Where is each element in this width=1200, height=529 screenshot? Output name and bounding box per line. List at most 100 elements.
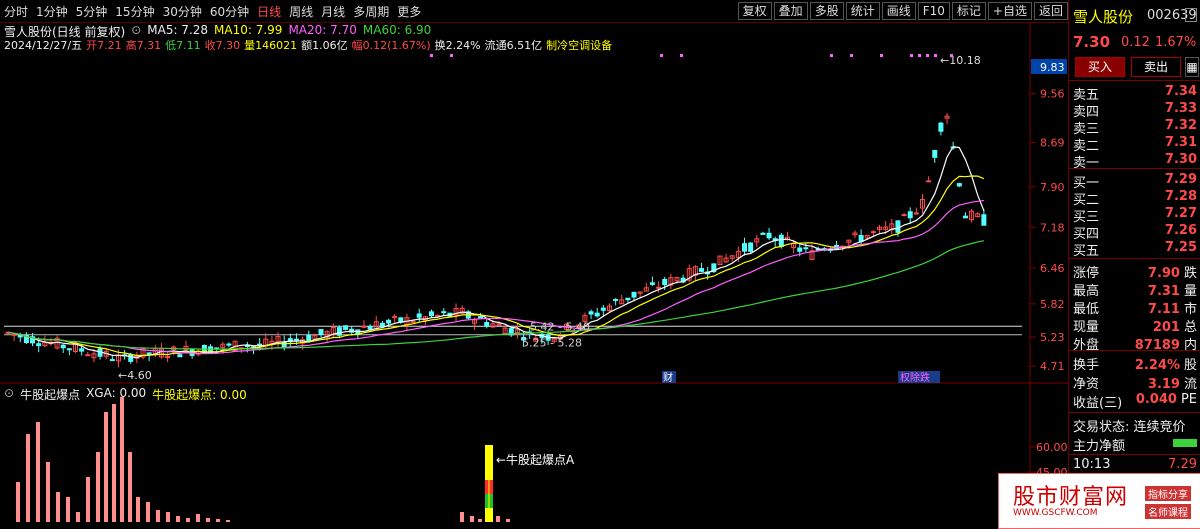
- candle-body: [889, 223, 895, 231]
- candle-body: [330, 326, 336, 336]
- candle-body: [465, 311, 471, 319]
- main-force-row: 主力净额: [1073, 435, 1197, 454]
- candle-body: [840, 245, 846, 248]
- signal-dot: [830, 54, 833, 57]
- candle-body: [54, 337, 60, 349]
- candle-body: [680, 277, 686, 283]
- candle-body: [797, 247, 803, 252]
- quote-row-value: 2.24%: [1134, 358, 1180, 373]
- candle-body: [85, 354, 91, 357]
- candle-body: [226, 343, 232, 346]
- bar-open: 开7.21: [86, 39, 122, 52]
- candle-body: [269, 340, 275, 345]
- indicator-name: 牛股起爆点: [20, 388, 81, 402]
- tool-button[interactable]: 画线: [881, 2, 916, 20]
- period-tab[interactable]: 多周期: [353, 3, 389, 20]
- candle-body: [821, 248, 827, 251]
- ma10-line: [7, 175, 985, 357]
- price-axis-label: 7.90: [1040, 181, 1065, 194]
- candle-body: [975, 213, 981, 218]
- indicator-bar: [120, 397, 124, 522]
- candle-body: [913, 212, 919, 215]
- candle-body: [122, 354, 128, 357]
- tool-button[interactable]: 统计: [845, 2, 880, 20]
- indicator-bar: [226, 520, 230, 522]
- candle-body: [36, 343, 42, 347]
- candle-body: [582, 315, 588, 323]
- period-tab[interactable]: 月线: [321, 3, 345, 20]
- price-axis-label: 8.69: [1040, 136, 1065, 149]
- bar-volume: 量146021: [244, 39, 298, 52]
- candle-body: [791, 242, 797, 249]
- quote-change: 0.12: [1121, 35, 1150, 50]
- indicator-settings-icon[interactable]: ⊙: [4, 386, 14, 403]
- indicator-bar: [206, 518, 210, 522]
- candle-body: [919, 198, 925, 209]
- candle-body: [60, 344, 66, 349]
- watermark-tag1: 指标分享: [1145, 486, 1191, 501]
- candle-body: [907, 211, 913, 219]
- kline-chart[interactable]: 9.83 9.56 8.69 7.90 7.18 6.46 5.82 5.23 4.71 ←牛股…: [0, 0, 1068, 527]
- quote-row-value: 7.29: [1164, 172, 1197, 187]
- tool-button[interactable]: 多股: [809, 2, 844, 20]
- tool-button[interactable]: 复权: [737, 2, 772, 20]
- tool-button[interactable]: 标记: [951, 2, 986, 20]
- candle-body: [306, 334, 312, 342]
- period-tab[interactable]: 周线: [289, 3, 313, 20]
- buy-button[interactable]: 买入: [1075, 57, 1125, 77]
- quote-row: 换手 2.24% 股: [1073, 354, 1197, 373]
- candle-body: [300, 339, 306, 344]
- candle-body: [631, 291, 637, 298]
- tool-button[interactable]: 返回: [1033, 2, 1068, 20]
- candle-body: [165, 355, 171, 358]
- tool-button[interactable]: 叠加: [773, 2, 808, 20]
- sell-button[interactable]: 卖出: [1131, 57, 1181, 77]
- quote-row-value: 7.30: [1164, 152, 1197, 167]
- candle-body: [600, 307, 606, 311]
- period-tab[interactable]: 日线: [257, 3, 281, 20]
- period-tab[interactable]: 更多: [397, 3, 421, 20]
- quote-row-value: 7.31: [1147, 284, 1180, 299]
- indicator-bar: [36, 422, 40, 522]
- period-tab[interactable]: 分时: [4, 3, 28, 20]
- candle-body: [152, 348, 158, 355]
- candle-body: [877, 226, 883, 230]
- menu-icon[interactable]: [1185, 8, 1197, 22]
- event-mark: [898, 371, 940, 383]
- trade-status-row: 交易状态: 连续竞价: [1073, 416, 1197, 435]
- indicator-bar: [96, 452, 100, 522]
- period-tab[interactable]: 5分钟: [76, 3, 108, 20]
- quote-row-value: 7.34: [1164, 84, 1197, 99]
- site-watermark: 股市财富网 WWW.GSCFW.COM 指标分享 名师课程: [998, 473, 1200, 529]
- candle-body: [508, 328, 514, 336]
- period-tab[interactable]: 1分钟: [36, 3, 68, 20]
- signal-dot: [918, 54, 921, 57]
- quote-row-label: 收益(三): [1073, 396, 1123, 411]
- price-axis-label: 5.23: [1040, 331, 1065, 344]
- candle-body: [950, 146, 956, 149]
- candle-body: [981, 214, 987, 226]
- indicator-bar: [76, 512, 80, 522]
- candle-body: [521, 337, 527, 341]
- tool-button[interactable]: F10: [917, 2, 950, 20]
- price-axis-label: 9.56: [1040, 88, 1065, 101]
- candle-body: [177, 354, 183, 358]
- period-tab[interactable]: 15分钟: [115, 3, 154, 20]
- candle-body: [484, 321, 490, 327]
- candle-body: [846, 239, 852, 243]
- expand-icon[interactable]: ▦: [1185, 57, 1199, 77]
- candle-body: [686, 268, 692, 281]
- signal-bar-mid: [485, 480, 493, 494]
- signal-label: ←牛股起爆点A: [496, 452, 575, 467]
- quote-row: 收益(三) 0.040 PE: [1073, 392, 1197, 411]
- main-force-bar: [1173, 439, 1197, 447]
- tick-price: 7.29: [1168, 457, 1197, 472]
- period-tab[interactable]: 30分钟: [163, 3, 202, 20]
- candle-body: [766, 232, 772, 239]
- tool-button[interactable]: +自选: [987, 2, 1032, 20]
- watermark-url: WWW.GSCFW.COM: [1013, 508, 1098, 518]
- candle-body: [428, 311, 434, 317]
- candle-body: [435, 314, 441, 317]
- period-tab[interactable]: 60分钟: [210, 3, 249, 20]
- candle-body: [527, 331, 533, 334]
